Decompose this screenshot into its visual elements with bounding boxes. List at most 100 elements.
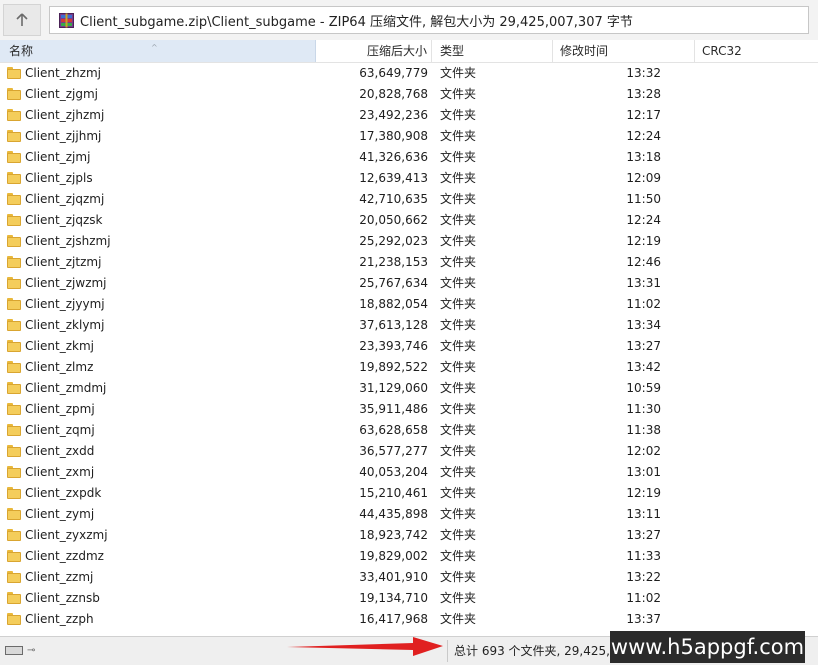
sort-ascending-icon: ^ xyxy=(151,43,158,52)
file-type: 文件夹 xyxy=(440,486,477,500)
folder-icon xyxy=(7,130,21,142)
file-modified: 13:18 xyxy=(626,150,661,164)
list-item[interactable]: Client_zxmj 40,053,204 文件夹 13:01 xyxy=(0,462,818,483)
list-item[interactable]: Client_zhzmj 63,649,779 文件夹 13:32 xyxy=(0,63,818,84)
list-item[interactable]: Client_zjjhmj 17,380,908 文件夹 12:24 xyxy=(0,126,818,147)
folder-icon xyxy=(7,382,21,394)
file-name: Client_zpmj xyxy=(25,402,95,416)
list-item[interactable]: Client_zjqzmj 42,710,635 文件夹 11:50 xyxy=(0,189,818,210)
file-packed-size: 15,210,461 xyxy=(359,486,428,500)
file-modified: 11:33 xyxy=(626,549,661,563)
list-item[interactable]: Client_zjhzmj 23,492,236 文件夹 12:17 xyxy=(0,105,818,126)
file-type: 文件夹 xyxy=(440,66,477,80)
list-item[interactable]: Client_zzdmz 19,829,002 文件夹 11:33 xyxy=(0,546,818,567)
file-name: Client_zjhzmj xyxy=(25,108,105,122)
list-item[interactable]: Client_zqmj 63,628,658 文件夹 11:38 xyxy=(0,420,818,441)
list-item[interactable]: Client_zkmj 23,393,746 文件夹 13:27 xyxy=(0,336,818,357)
file-modified: 12:17 xyxy=(626,108,661,122)
list-item[interactable]: Client_zpmj 35,911,486 文件夹 11:30 xyxy=(0,399,818,420)
file-list: Client_zhzmj 63,649,779 文件夹 13:32 Client_zjg… xyxy=(0,63,818,630)
file-modified: 12:24 xyxy=(626,129,661,143)
list-item[interactable]: Client_zmdmj 31,129,060 文件夹 10:59 xyxy=(0,378,818,399)
file-name: Client_zjtzmj xyxy=(25,255,102,269)
file-modified: 13:01 xyxy=(626,465,661,479)
folder-icon xyxy=(7,151,21,163)
file-type: 文件夹 xyxy=(440,150,477,164)
file-packed-size: 21,238,153 xyxy=(359,255,428,269)
file-packed-size: 40,053,204 xyxy=(359,465,428,479)
file-name: Client_zxdd xyxy=(25,444,95,458)
folder-icon-body xyxy=(7,405,21,415)
list-item[interactable]: Client_zznsb 19,134,710 文件夹 11:02 xyxy=(0,588,818,609)
column-header-crc32[interactable]: CRC32 xyxy=(695,40,818,62)
file-name: Client_zjshzmj xyxy=(25,234,111,248)
list-item[interactable]: Client_zjmj 41,326,636 文件夹 13:18 xyxy=(0,147,818,168)
drive-icon xyxy=(5,646,23,655)
folder-icon-body xyxy=(7,132,21,142)
folder-icon-body xyxy=(7,594,21,604)
file-name: Client_zjqzmj xyxy=(25,192,105,206)
list-item[interactable]: Client_zxdd 36,577,277 文件夹 12:02 xyxy=(0,441,818,462)
file-type: 文件夹 xyxy=(440,339,477,353)
folder-icon xyxy=(7,466,21,478)
folder-icon xyxy=(7,67,21,79)
file-name: Client_zzdmz xyxy=(25,549,104,563)
column-header-packed-size[interactable]: 压缩后大小 xyxy=(316,40,432,62)
column-header-modified[interactable]: 修改时间 xyxy=(553,40,695,62)
list-item[interactable]: Client_zymj 44,435,898 文件夹 13:11 xyxy=(0,504,818,525)
file-packed-size: 36,577,277 xyxy=(359,444,428,458)
file-modified: 12:19 xyxy=(626,234,661,248)
list-item[interactable]: Client_zjpls 12,639,413 文件夹 12:09 xyxy=(0,168,818,189)
folder-icon-body xyxy=(7,510,21,520)
folder-icon xyxy=(7,529,21,541)
file-packed-size: 20,828,768 xyxy=(359,87,428,101)
list-item[interactable]: Client_zzmj 33,401,910 文件夹 13:22 xyxy=(0,567,818,588)
winrar-archive-icon xyxy=(59,12,74,28)
list-item[interactable]: Client_zxpdk 15,210,461 文件夹 12:19 xyxy=(0,483,818,504)
folder-icon-body xyxy=(7,363,21,373)
folder-icon-body xyxy=(7,531,21,541)
list-item[interactable]: Client_zjtzmj 21,238,153 文件夹 12:46 xyxy=(0,252,818,273)
list-item[interactable]: Client_zjgmj 20,828,768 文件夹 13:28 xyxy=(0,84,818,105)
folder-icon-body xyxy=(7,552,21,562)
red-arrow-icon xyxy=(287,637,443,656)
folder-icon xyxy=(7,256,21,268)
list-item[interactable]: Client_zjshzmj 25,292,023 文件夹 12:19 xyxy=(0,231,818,252)
column-label-name: 名称 xyxy=(9,44,34,58)
file-packed-size: 44,435,898 xyxy=(359,507,428,521)
file-packed-size: 19,829,002 xyxy=(359,549,428,563)
status-icons: ⊸ xyxy=(5,645,43,657)
list-item[interactable]: Client_zyxzmj 18,923,742 文件夹 13:27 xyxy=(0,525,818,546)
file-packed-size: 31,129,060 xyxy=(359,381,428,395)
file-packed-size: 19,134,710 xyxy=(359,591,428,605)
column-header-name[interactable]: 名称 ^ xyxy=(0,40,316,62)
file-modified: 13:11 xyxy=(626,507,661,521)
file-type: 文件夹 xyxy=(440,87,477,101)
list-item[interactable]: Client_zlmz 19,892,522 文件夹 13:42 xyxy=(0,357,818,378)
file-name: Client_zzmj xyxy=(25,570,94,584)
file-modified: 11:02 xyxy=(626,297,661,311)
list-item[interactable]: Client_zjwzmj 25,767,634 文件夹 13:31 xyxy=(0,273,818,294)
folder-icon-body xyxy=(7,111,21,121)
list-item[interactable]: Client_zklymj 37,613,128 文件夹 13:34 xyxy=(0,315,818,336)
file-modified: 13:22 xyxy=(626,570,661,584)
up-folder-button[interactable] xyxy=(3,4,41,36)
file-packed-size: 23,393,746 xyxy=(359,339,428,353)
file-name: Client_zznsb xyxy=(25,591,100,605)
list-item[interactable]: Client_zjqzsk 20,050,662 文件夹 12:24 xyxy=(0,210,818,231)
folder-icon-body xyxy=(7,489,21,499)
column-header-type[interactable]: 类型 xyxy=(432,40,553,62)
list-item[interactable]: Client_zjyymj 18,882,054 文件夹 11:02 xyxy=(0,294,818,315)
file-type: 文件夹 xyxy=(440,108,477,122)
file-packed-size: 33,401,910 xyxy=(359,570,428,584)
folder-icon xyxy=(7,445,21,457)
path-bar: Client_subgame.zip\Client_subgame - ZIP6… xyxy=(0,0,818,41)
file-modified: 13:31 xyxy=(626,276,661,290)
file-modified: 12:19 xyxy=(626,486,661,500)
file-packed-size: 35,911,486 xyxy=(359,402,428,416)
path-field[interactable]: Client_subgame.zip\Client_subgame - ZIP6… xyxy=(49,6,809,34)
file-packed-size: 12,639,413 xyxy=(359,171,428,185)
folder-icon-body xyxy=(7,279,21,289)
status-divider xyxy=(447,640,448,662)
list-item[interactable]: Client_zzph 16,417,968 文件夹 13:37 xyxy=(0,609,818,630)
